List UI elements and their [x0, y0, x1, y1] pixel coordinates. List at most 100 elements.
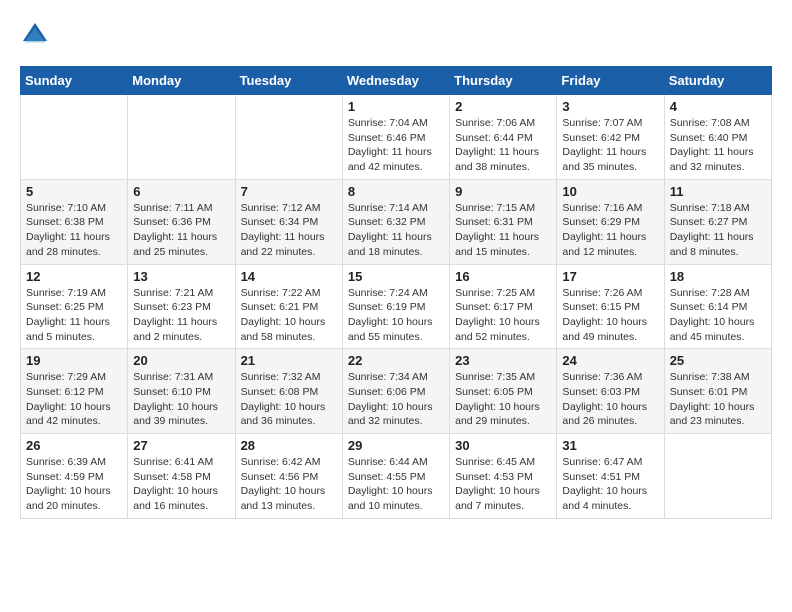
calendar-week-row: 26Sunrise: 6:39 AM Sunset: 4:59 PM Dayli… [21, 434, 772, 519]
day-number: 1 [348, 99, 444, 114]
weekday-header: Monday [128, 67, 235, 95]
day-number: 21 [241, 353, 337, 368]
day-number: 7 [241, 184, 337, 199]
day-number: 22 [348, 353, 444, 368]
weekday-header: Thursday [450, 67, 557, 95]
day-info: Sunrise: 7:32 AM Sunset: 6:08 PM Dayligh… [241, 370, 337, 429]
calendar-cell: 11Sunrise: 7:18 AM Sunset: 6:27 PM Dayli… [664, 179, 771, 264]
day-number: 17 [562, 269, 658, 284]
day-info: Sunrise: 7:25 AM Sunset: 6:17 PM Dayligh… [455, 286, 551, 345]
logo-icon [20, 20, 50, 50]
day-info: Sunrise: 7:29 AM Sunset: 6:12 PM Dayligh… [26, 370, 122, 429]
calendar-cell: 14Sunrise: 7:22 AM Sunset: 6:21 PM Dayli… [235, 264, 342, 349]
day-info: Sunrise: 7:22 AM Sunset: 6:21 PM Dayligh… [241, 286, 337, 345]
calendar-cell: 18Sunrise: 7:28 AM Sunset: 6:14 PM Dayli… [664, 264, 771, 349]
day-info: Sunrise: 6:44 AM Sunset: 4:55 PM Dayligh… [348, 455, 444, 514]
calendar-cell: 17 Sunrise: 7:26 AM Sunset: 6:15 PM Dayli… [557, 264, 664, 349]
calendar-cell: 5 Sunrise: 7:10 AM Sunset: 6:38 PM Daylig… [21, 179, 128, 264]
calendar-cell: 25 Sunrise: 7:38 AM Sunset: 6:01 PM Dayli… [664, 349, 771, 434]
day-info: Sunrise: 7:24 AM Sunset: 6:19 PM Dayligh… [348, 286, 444, 345]
day-number: 23 [455, 353, 551, 368]
day-number: 30 [455, 438, 551, 453]
weekday-header: Friday [557, 67, 664, 95]
day-number: 12 [26, 269, 122, 284]
day-info: Sunrise: 7:08 AM Sunset: 6:40 PM Dayligh… [670, 116, 766, 175]
calendar-cell: 30 Sunrise: 6:45 AM Sunset: 4:53 PM Dayli… [450, 434, 557, 519]
weekday-header: Saturday [664, 67, 771, 95]
day-number: 16 [455, 269, 551, 284]
day-info: Sunrise: 6:47 AM Sunset: 4:51 PM Dayligh… [562, 455, 658, 514]
page-header [20, 20, 772, 50]
calendar-cell: 7Sunrise: 7:12 AM Sunset: 6:34 PM Daylig… [235, 179, 342, 264]
calendar-cell: 19 Sunrise: 7:29 AM Sunset: 6:12 PM Dayli… [21, 349, 128, 434]
calendar-week-row: 19 Sunrise: 7:29 AM Sunset: 6:12 PM Dayli… [21, 349, 772, 434]
calendar-week-row: 5 Sunrise: 7:10 AM Sunset: 6:38 PM Daylig… [21, 179, 772, 264]
calendar-cell [235, 95, 342, 180]
day-number: 24 [562, 353, 658, 368]
day-info: Sunrise: 6:42 AM Sunset: 4:56 PM Dayligh… [241, 455, 337, 514]
weekday-header: Wednesday [342, 67, 449, 95]
calendar-cell [128, 95, 235, 180]
calendar-cell: 26Sunrise: 6:39 AM Sunset: 4:59 PM Dayli… [21, 434, 128, 519]
calendar-week-row: 12Sunrise: 7:19 AM Sunset: 6:25 PM Dayli… [21, 264, 772, 349]
calendar-table: SundayMondayTuesdayWednesdayThursdayFrid… [20, 66, 772, 519]
day-info: Sunrise: 7:34 AM Sunset: 6:06 PM Dayligh… [348, 370, 444, 429]
day-number: 10 [562, 184, 658, 199]
day-number: 27 [133, 438, 229, 453]
day-number: 15 [348, 269, 444, 284]
day-number: 11 [670, 184, 766, 199]
calendar-cell: 28 Sunrise: 6:42 AM Sunset: 4:56 PM Dayli… [235, 434, 342, 519]
calendar-cell: 21 Sunrise: 7:32 AM Sunset: 6:08 PM Dayli… [235, 349, 342, 434]
weekday-header: Sunday [21, 67, 128, 95]
calendar-cell: 16 Sunrise: 7:25 AM Sunset: 6:17 PM Dayli… [450, 264, 557, 349]
weekday-header-row: SundayMondayTuesdayWednesdayThursdayFrid… [21, 67, 772, 95]
day-number: 4 [670, 99, 766, 114]
day-info: Sunrise: 7:16 AM Sunset: 6:29 PM Dayligh… [562, 201, 658, 260]
logo [20, 20, 54, 50]
day-info: Sunrise: 7:07 AM Sunset: 6:42 PM Dayligh… [562, 116, 658, 175]
day-number: 9 [455, 184, 551, 199]
day-number: 8 [348, 184, 444, 199]
day-info: Sunrise: 7:38 AM Sunset: 6:01 PM Dayligh… [670, 370, 766, 429]
day-number: 20 [133, 353, 229, 368]
day-number: 28 [241, 438, 337, 453]
day-number: 18 [670, 269, 766, 284]
calendar-cell: 3 Sunrise: 7:07 AM Sunset: 6:42 PM Daylig… [557, 95, 664, 180]
day-info: Sunrise: 7:14 AM Sunset: 6:32 PM Dayligh… [348, 201, 444, 260]
day-info: Sunrise: 7:36 AM Sunset: 6:03 PM Dayligh… [562, 370, 658, 429]
day-info: Sunrise: 7:35 AM Sunset: 6:05 PM Dayligh… [455, 370, 551, 429]
day-info: Sunrise: 7:04 AM Sunset: 6:46 PM Dayligh… [348, 116, 444, 175]
calendar-week-row: 1 Sunrise: 7:04 AM Sunset: 6:46 PM Daylig… [21, 95, 772, 180]
calendar-cell [21, 95, 128, 180]
calendar-cell: 23 Sunrise: 7:35 AM Sunset: 6:05 PM Dayli… [450, 349, 557, 434]
day-number: 6 [133, 184, 229, 199]
calendar-cell: 31 Sunrise: 6:47 AM Sunset: 4:51 PM Dayli… [557, 434, 664, 519]
day-info: Sunrise: 6:45 AM Sunset: 4:53 PM Dayligh… [455, 455, 551, 514]
day-number: 26 [26, 438, 122, 453]
day-number: 31 [562, 438, 658, 453]
day-info: Sunrise: 7:21 AM Sunset: 6:23 PM Dayligh… [133, 286, 229, 345]
calendar-cell: 10 Sunrise: 7:16 AM Sunset: 6:29 PM Dayli… [557, 179, 664, 264]
day-number: 5 [26, 184, 122, 199]
day-number: 19 [26, 353, 122, 368]
calendar-cell: 9 Sunrise: 7:15 AM Sunset: 6:31 PM Daylig… [450, 179, 557, 264]
weekday-header: Tuesday [235, 67, 342, 95]
calendar-cell: 4 Sunrise: 7:08 AM Sunset: 6:40 PM Daylig… [664, 95, 771, 180]
day-info: Sunrise: 7:26 AM Sunset: 6:15 PM Dayligh… [562, 286, 658, 345]
day-info: Sunrise: 7:11 AM Sunset: 6:36 PM Dayligh… [133, 201, 229, 260]
day-info: Sunrise: 7:31 AM Sunset: 6:10 PM Dayligh… [133, 370, 229, 429]
calendar-cell: 29 Sunrise: 6:44 AM Sunset: 4:55 PM Dayli… [342, 434, 449, 519]
day-number: 29 [348, 438, 444, 453]
day-number: 25 [670, 353, 766, 368]
day-number: 13 [133, 269, 229, 284]
calendar-cell: 27 Sunrise: 6:41 AM Sunset: 4:58 PM Dayli… [128, 434, 235, 519]
day-info: Sunrise: 7:10 AM Sunset: 6:38 PM Dayligh… [26, 201, 122, 260]
day-info: Sunrise: 7:06 AM Sunset: 6:44 PM Dayligh… [455, 116, 551, 175]
calendar-cell: 12Sunrise: 7:19 AM Sunset: 6:25 PM Dayli… [21, 264, 128, 349]
day-number: 3 [562, 99, 658, 114]
day-info: Sunrise: 7:15 AM Sunset: 6:31 PM Dayligh… [455, 201, 551, 260]
calendar-cell: 20 Sunrise: 7:31 AM Sunset: 6:10 PM Dayli… [128, 349, 235, 434]
day-info: Sunrise: 6:41 AM Sunset: 4:58 PM Dayligh… [133, 455, 229, 514]
calendar-cell: 15 Sunrise: 7:24 AM Sunset: 6:19 PM Dayli… [342, 264, 449, 349]
calendar-cell: 8 Sunrise: 7:14 AM Sunset: 6:32 PM Daylig… [342, 179, 449, 264]
